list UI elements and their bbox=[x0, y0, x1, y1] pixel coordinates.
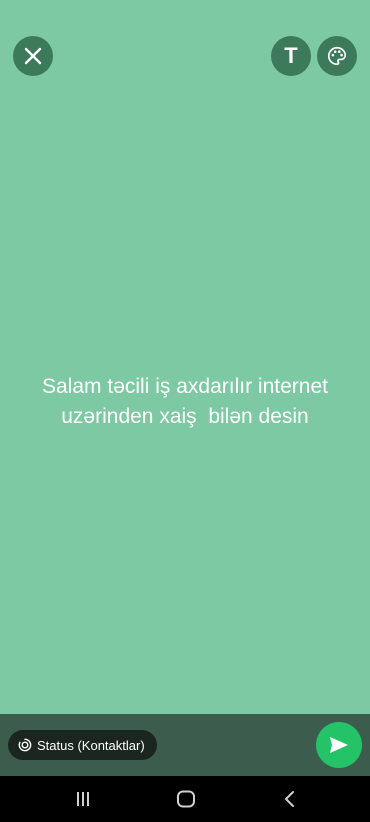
recents-button[interactable] bbox=[71, 787, 95, 811]
home-icon bbox=[177, 790, 195, 808]
status-text[interactable]: Salam təcili iş axdarılır internet uzəri… bbox=[10, 372, 360, 432]
system-nav-bar bbox=[0, 776, 370, 822]
status-canvas[interactable]: T Salam təcili iş axdarılır internet uzə… bbox=[0, 0, 370, 714]
text-style-button[interactable]: T bbox=[271, 36, 311, 76]
recents-icon bbox=[77, 792, 89, 806]
status-audience-button[interactable]: Status (Kontaktlar) bbox=[8, 730, 157, 760]
palette-icon bbox=[328, 46, 347, 66]
send-icon bbox=[330, 737, 348, 753]
text-tool-label: T bbox=[284, 43, 298, 68]
close-icon bbox=[24, 47, 42, 65]
bottom-bar: Status (Kontaktlar) bbox=[0, 714, 370, 776]
audience-label: Status (Kontaktlar) bbox=[37, 737, 145, 753]
home-button[interactable] bbox=[174, 787, 198, 811]
status-icon bbox=[18, 738, 32, 752]
close-button[interactable] bbox=[13, 36, 53, 76]
back-button[interactable] bbox=[278, 787, 302, 811]
color-palette-button[interactable] bbox=[317, 36, 357, 76]
send-button[interactable] bbox=[316, 722, 362, 768]
back-icon bbox=[285, 791, 294, 807]
